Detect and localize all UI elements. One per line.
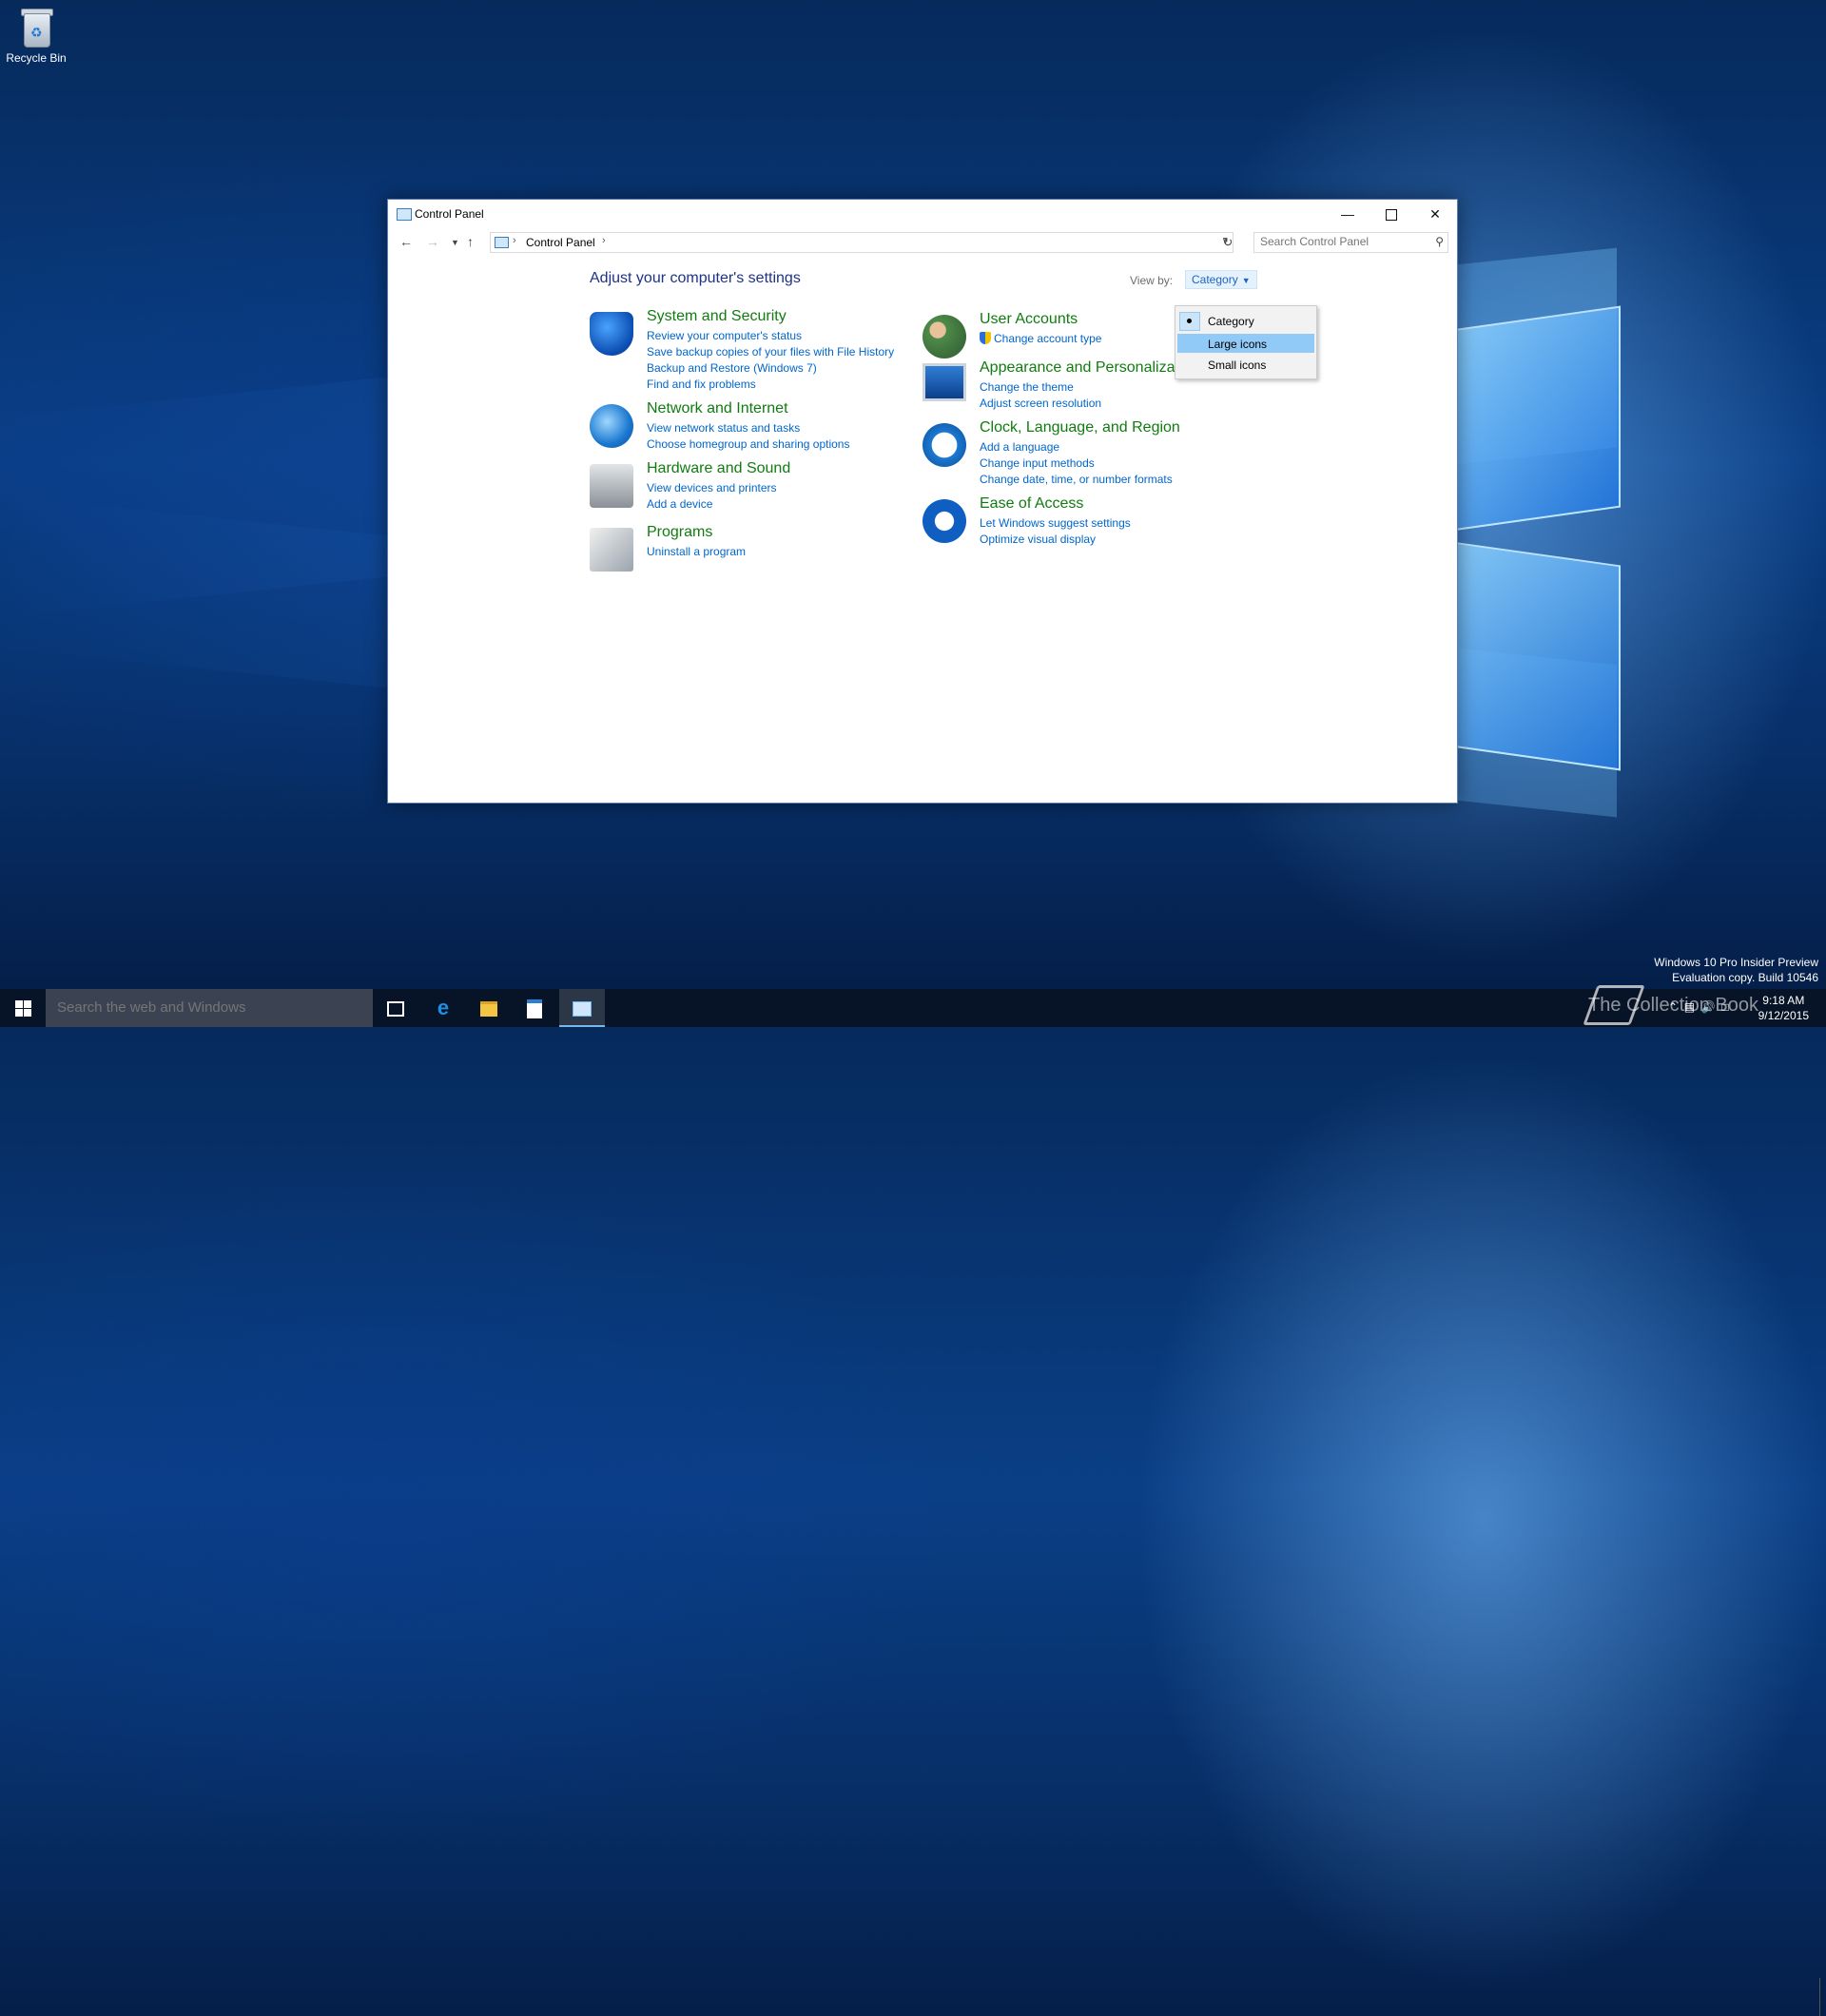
chevron-up-icon[interactable]: ⌃ [1668, 1000, 1678, 1014]
link[interactable]: Adjust screen resolution [980, 396, 1101, 412]
action-center-icon[interactable]: □ [1721, 1000, 1728, 1014]
minimize-button[interactable]: — [1326, 200, 1370, 228]
desktop-icon-recycle-bin[interactable]: ♻ Recycle Bin [0, 6, 72, 65]
category-title[interactable]: System and Security [647, 308, 787, 325]
edge-icon: e [437, 996, 450, 1019]
printer-icon[interactable] [590, 464, 633, 508]
build-watermark: Windows 10 Pro Insider Preview Evaluatio… [1654, 956, 1818, 984]
menu-item-small-icons[interactable]: Small icons [1177, 355, 1314, 374]
link[interactable]: Find and fix problems [647, 377, 894, 393]
clock-globe-icon[interactable] [923, 423, 966, 467]
address-bar[interactable]: › Control Panel › ∨ [490, 232, 1234, 253]
control-panel-window: Control Panel — ✕ ← → ▼ ↑ › Control Pane… [387, 199, 1458, 804]
category-title[interactable]: Appearance and Personalization [980, 359, 1199, 377]
link[interactable]: Let Windows suggest settings [980, 515, 1131, 532]
system-tray: ⌃ ▤ 🔊 □ [1668, 1000, 1729, 1014]
link[interactable]: View network status and tasks [647, 420, 849, 436]
control-panel-icon [573, 1001, 592, 1018]
users-icon[interactable] [923, 315, 966, 359]
link[interactable]: Backup and Restore (Windows 7) [647, 360, 894, 377]
category-title[interactable]: User Accounts [980, 311, 1078, 328]
close-button[interactable]: ✕ [1413, 200, 1457, 228]
ease-of-access-icon[interactable] [923, 499, 966, 543]
link[interactable]: Change input methods [980, 456, 1173, 472]
taskbar-clock[interactable]: 9:18 AM 9/12/2015 [1758, 993, 1809, 1023]
link[interactable]: Change the theme [980, 379, 1101, 396]
task-view-button[interactable] [373, 989, 418, 1027]
link[interactable]: Change account type [980, 331, 1101, 347]
store-button[interactable] [512, 989, 557, 1027]
link[interactable]: Add a language [980, 439, 1173, 456]
monitor-icon[interactable] [923, 363, 966, 401]
show-desktop-button[interactable] [1819, 1978, 1826, 2016]
radio-bullet-icon [1179, 312, 1200, 331]
network-icon[interactable]: ▤ [1684, 1000, 1695, 1014]
recent-locations-chevron-icon[interactable]: ▼ [451, 238, 459, 247]
menu-item-category[interactable]: Category [1177, 311, 1314, 331]
caret-down-icon: ▼ [1241, 276, 1251, 285]
volume-icon[interactable]: 🔊 [1701, 1000, 1716, 1014]
edge-button[interactable]: e [420, 989, 466, 1027]
taskbar-search-input[interactable] [46, 989, 373, 1027]
category-title[interactable]: Clock, Language, and Region [980, 419, 1180, 436]
windows-logo-icon [15, 1000, 23, 1008]
clock-date: 9/12/2015 [1758, 1009, 1809, 1022]
link[interactable]: Add a device [647, 496, 777, 513]
recycle-bin-label: Recycle Bin [6, 51, 67, 65]
category-title[interactable]: Hardware and Sound [647, 460, 790, 477]
forward-arrow-icon[interactable]: → [426, 234, 439, 249]
view-by-label: View by: [1130, 274, 1174, 287]
clock-time: 9:18 AM [1762, 994, 1805, 1007]
back-arrow-icon[interactable]: ← [399, 234, 413, 249]
link[interactable]: View devices and printers [647, 480, 777, 496]
control-panel-taskbar-button[interactable] [559, 989, 605, 1027]
category-title[interactable]: Network and Internet [647, 400, 788, 417]
breadcrumb-control-panel[interactable]: Control Panel [526, 236, 595, 249]
programs-icon[interactable] [590, 528, 633, 572]
store-icon [527, 999, 542, 1019]
taskbar: e [0, 989, 1826, 2016]
title-bar[interactable]: Control Panel — ✕ [388, 200, 1457, 228]
start-button[interactable] [0, 989, 46, 1027]
window-title: Control Panel [415, 207, 484, 221]
link[interactable]: Optimize visual display [980, 532, 1131, 548]
folder-icon [480, 1001, 497, 1018]
refresh-icon[interactable]: ↻ [1218, 233, 1237, 252]
windows-logo-upper-pane [1455, 305, 1621, 531]
category-title[interactable]: Programs [647, 524, 712, 541]
page-title: Adjust your computer's settings [590, 270, 801, 286]
search-icon[interactable]: ⚲ [1435, 235, 1444, 248]
menu-item-large-icons[interactable]: Large icons [1177, 334, 1314, 353]
windows-logo-lower-pane [1455, 542, 1621, 771]
category-title[interactable]: Ease of Access [980, 495, 1083, 513]
view-by-menu: Category Large icons Small icons [1175, 305, 1317, 379]
search-box[interactable]: ⚲ [1253, 232, 1448, 253]
task-view-icon [387, 1001, 404, 1018]
link[interactable]: Review your computer's status [647, 328, 894, 344]
up-arrow-icon[interactable]: ↑ [467, 234, 474, 249]
link[interactable]: Change date, time, or number formats [980, 472, 1173, 488]
view-by-value: Category [1192, 273, 1238, 286]
link[interactable]: Choose homegroup and sharing options [647, 436, 849, 453]
view-by-dropdown[interactable]: Category ▼ [1185, 270, 1257, 289]
link[interactable]: Uninstall a program [647, 544, 746, 560]
shield-icon[interactable] [590, 312, 633, 356]
recycle-bin-icon: ♻ [18, 6, 54, 48]
search-input[interactable] [1254, 233, 1422, 250]
file-explorer-button[interactable] [466, 989, 512, 1027]
link[interactable]: Save backup copies of your files with Fi… [647, 344, 894, 360]
control-panel-icon [495, 237, 509, 248]
breadcrumb-separator-icon[interactable]: › [602, 235, 606, 246]
maximize-button[interactable] [1370, 200, 1413, 228]
uac-shield-icon [980, 332, 991, 344]
network-globe-icon[interactable] [590, 404, 633, 448]
navigation-bar: ← → ▼ ↑ › Control Panel › ∨ ↻ ⚲ [388, 228, 1457, 257]
breadcrumb-separator-icon[interactable]: › [513, 235, 516, 246]
control-panel-icon [397, 208, 412, 221]
